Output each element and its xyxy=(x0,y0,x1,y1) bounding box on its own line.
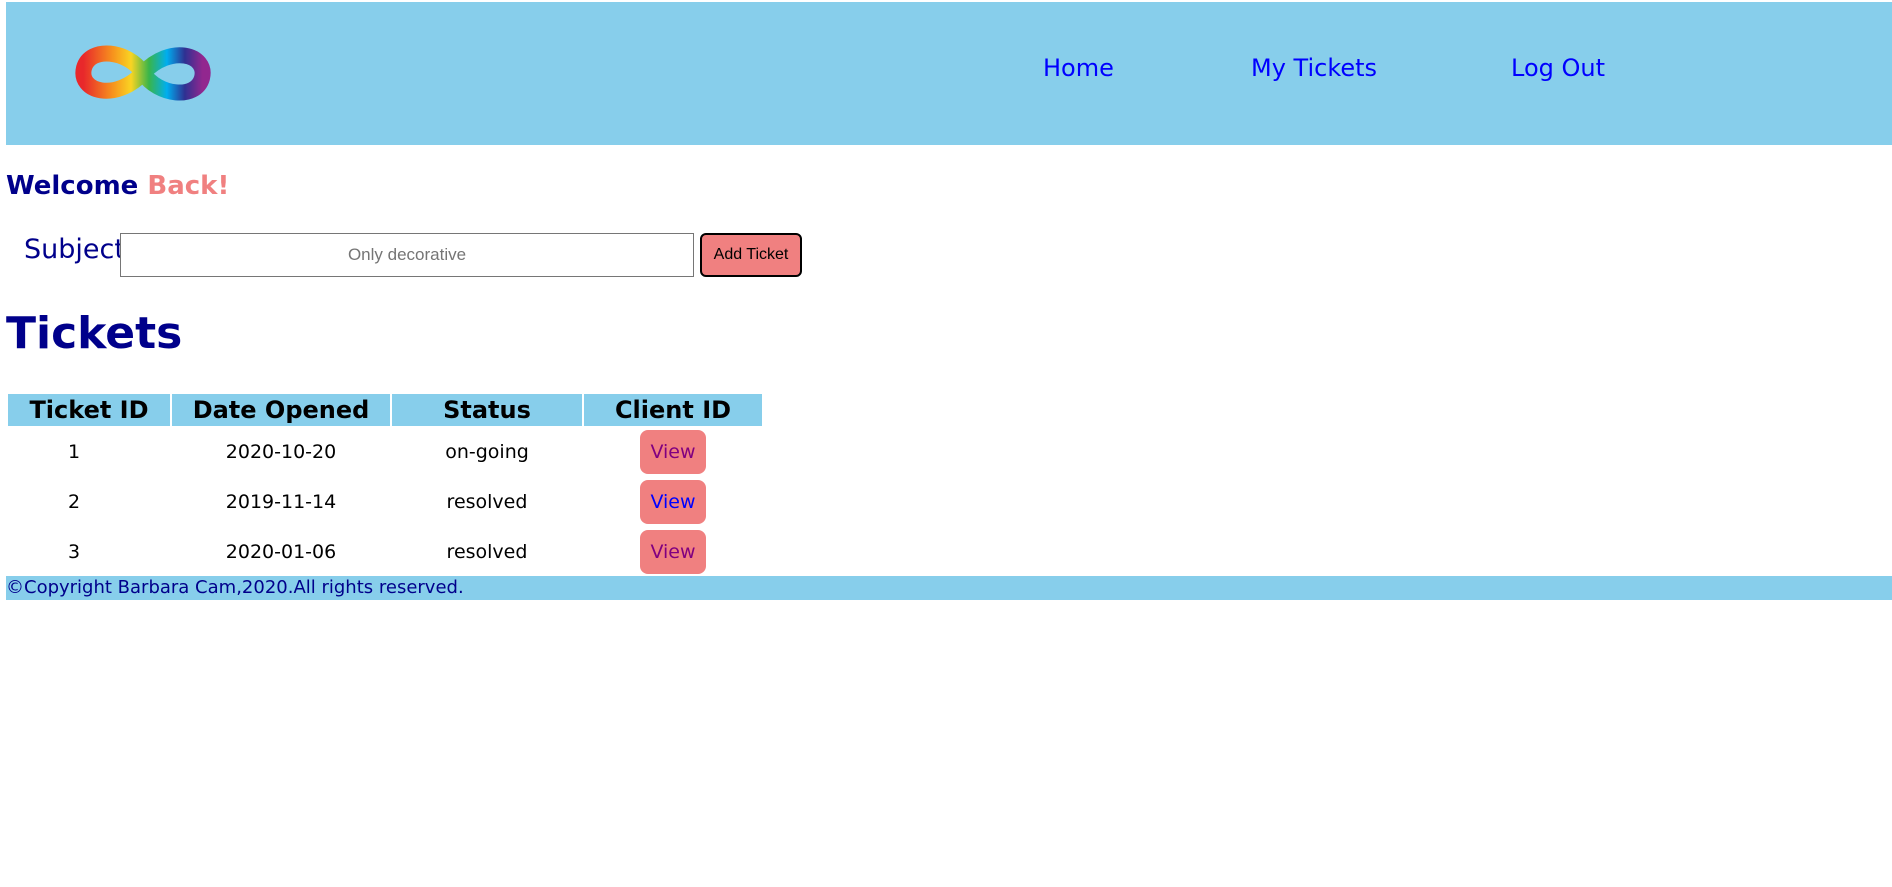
action-cell: View xyxy=(584,528,762,576)
nav-log-out-link[interactable]: Log Out xyxy=(1511,54,1605,82)
header-bar: Home My Tickets Log Out xyxy=(6,2,1892,145)
status-cell: resolved xyxy=(446,491,528,513)
status-cell: resolved xyxy=(446,541,528,563)
footer-copyright: ©Copyright Barbara Cam,2020.All rights r… xyxy=(6,576,1892,600)
date-opened-cell: 2020-01-06 xyxy=(225,541,337,563)
status-cell: on-going xyxy=(445,441,529,463)
page: Home My Tickets Log Out Welcome Back! Su… xyxy=(0,0,1892,887)
tickets-table: Ticket ID Date Opened Status Client ID 1… xyxy=(6,392,764,578)
action-cell: View xyxy=(584,428,762,476)
welcome-accent: Back! xyxy=(147,171,230,201)
column-header-ticket-id: Ticket ID xyxy=(8,394,170,426)
ticket-id-cell: 1 xyxy=(67,441,81,463)
nav-home-link[interactable]: Home xyxy=(1043,54,1114,82)
nav-my-tickets-link[interactable]: My Tickets xyxy=(1251,54,1377,82)
column-header-status: Status xyxy=(392,394,582,426)
infinity-logo xyxy=(75,45,211,101)
view-ticket-button[interactable]: View xyxy=(640,430,706,474)
column-header-client-id: Client ID xyxy=(584,394,762,426)
tickets-heading: Tickets xyxy=(6,308,183,359)
date-opened-cell: 2020-10-20 xyxy=(225,441,337,463)
welcome-prefix: Welcome xyxy=(6,171,139,201)
date-opened-cell: 2019-11-14 xyxy=(225,491,337,513)
add-ticket-button[interactable]: Add Ticket xyxy=(700,233,802,277)
ticket-id-cell: 2 xyxy=(67,491,81,513)
subject-label: Subject xyxy=(24,234,125,265)
welcome-heading: Welcome Back! xyxy=(6,171,229,201)
table-header-row: Ticket ID Date Opened Status Client ID xyxy=(8,394,762,426)
subject-input[interactable] xyxy=(120,233,694,277)
table-row: 1 2020-10-20 on-going View xyxy=(8,428,762,476)
view-ticket-button[interactable]: View xyxy=(640,480,706,524)
table-row: 2 2019-11-14 resolved View xyxy=(8,478,762,526)
table-row: 3 2020-01-06 resolved View xyxy=(8,528,762,576)
ticket-id-cell: 3 xyxy=(67,541,81,563)
view-ticket-button[interactable]: View xyxy=(640,530,706,574)
action-cell: View xyxy=(584,478,762,526)
column-header-date-opened: Date Opened xyxy=(172,394,390,426)
